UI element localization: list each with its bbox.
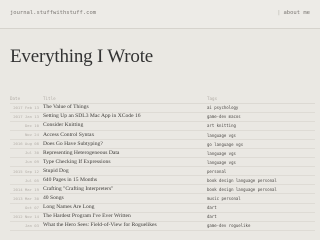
- post-date: 2017 Jan 13: [13, 114, 39, 120]
- post-date: 2013 Mar 30: [13, 195, 39, 201]
- post-tags[interactable]: go language vgs: [207, 142, 243, 147]
- post-title-link[interactable]: The Hardest Program I've Ever Written: [43, 213, 131, 219]
- page-title: Everything I Wrote: [10, 46, 154, 67]
- post-date: Dec 10: [24, 123, 39, 129]
- title-column-header: Title: [43, 96, 56, 101]
- post-date: 2012 Nov 14: [13, 213, 39, 219]
- post-list-header: Date Title Tags: [10, 95, 315, 104]
- post-row: Jan 03 What the Hero Sees: Field-of-View …: [10, 222, 315, 231]
- post-title-link[interactable]: 40 Songs: [43, 195, 64, 201]
- post-date: 2014 Mar 19: [13, 186, 39, 192]
- post-date: Jun 09: [24, 159, 39, 165]
- post-title-link[interactable]: Does Go Have Subtyping?: [43, 141, 103, 147]
- date-column-header: Date: [10, 96, 21, 101]
- post-title-link[interactable]: Consider Knitting: [43, 122, 83, 128]
- post-row: Oct 07 Long Names Are Long dart: [10, 204, 315, 213]
- post-title-link[interactable]: What the Hero Sees: Field-of-View for Ro…: [43, 222, 157, 228]
- post-tags[interactable]: language vgs: [207, 133, 236, 138]
- post-date: Jul 05: [24, 177, 39, 183]
- post-row: Jul 05 640 Pages in 15 Months book design …: [10, 176, 315, 186]
- post-title-link[interactable]: Long Names Are Long: [43, 204, 94, 210]
- post-title-link[interactable]: Representing Heterogeneous Data: [43, 150, 119, 156]
- post-tags[interactable]: language vgs: [207, 160, 236, 165]
- post-date: 2017 Feb 13: [13, 105, 39, 111]
- post-tags[interactable]: music personal: [207, 196, 241, 201]
- about-me-label: about me: [283, 10, 311, 16]
- post-tags[interactable]: game-dev roguelike: [207, 223, 250, 228]
- post-tags[interactable]: book design language personal: [207, 187, 277, 192]
- post-title-link[interactable]: Stupid Dog: [43, 168, 69, 174]
- post-row: 2017 Jan 13 Setting Up an SDL3 Mac App in…: [10, 113, 315, 123]
- post-date: Jan 03: [24, 222, 39, 228]
- site-name-link[interactable]: journal.stuffwithstuff.com: [10, 10, 96, 16]
- post-row: 2013 Mar 30 40 Songs music personal: [10, 194, 315, 204]
- post-tags[interactable]: book design language personal: [207, 178, 277, 183]
- post-row: Jun 09 Type Checking If Expressions langua…: [10, 158, 315, 168]
- post-title-link[interactable]: Type Checking If Expressions: [43, 159, 111, 165]
- post-title-link[interactable]: 640 Pages in 15 Months: [43, 177, 97, 183]
- about-me-link[interactable]: | about me: [277, 10, 310, 16]
- post-list: Date Title Tags 2017 Feb 13 The Value of …: [10, 95, 315, 231]
- post-title-link[interactable]: Crafting "Crafting Interpreters": [43, 186, 113, 192]
- post-tags[interactable]: dart: [207, 214, 217, 219]
- tags-column-header: Tags: [207, 96, 218, 101]
- post-tags[interactable]: ai psychology: [207, 105, 238, 110]
- post-row: Jul 30 Representing Heterogeneous Data lan…: [10, 149, 315, 159]
- post-row: Nov 24 Access Control Syntax language vgs: [10, 131, 315, 141]
- post-title-link[interactable]: Setting Up an SDL3 Mac App in XCode 16: [43, 113, 141, 119]
- post-tags[interactable]: game-dev macos: [207, 114, 241, 119]
- post-date: Oct 07: [24, 204, 39, 210]
- post-row: 2012 Nov 14 The Hardest Program I've Ever…: [10, 213, 315, 222]
- post-date: 2015 Sep 12: [13, 168, 39, 174]
- post-date: Nov 24: [24, 132, 39, 138]
- top-bar: journal.stuffwithstuff.com | about me: [0, 0, 320, 29]
- post-tags[interactable]: dart: [207, 205, 217, 210]
- post-row: 2015 Sep 12 Stupid Dog personal: [10, 167, 315, 177]
- post-row: Dec 10 Consider Knitting art knitting: [10, 122, 315, 132]
- post-row: 2014 Mar 19 Crafting "Crafting Interprete…: [10, 185, 315, 195]
- post-title-link[interactable]: The Value of Things: [43, 104, 89, 110]
- post-title-link[interactable]: Access Control Syntax: [43, 132, 94, 138]
- nav-separator: |: [277, 10, 281, 16]
- post-tags[interactable]: art knitting: [207, 123, 236, 128]
- post-row: 2017 Feb 13 The Value of Things ai psychol…: [10, 104, 315, 114]
- post-date: 2016 Aug 08: [13, 141, 39, 147]
- post-row: 2016 Aug 08 Does Go Have Subtyping? go lan…: [10, 140, 315, 150]
- post-tags[interactable]: language vgs: [207, 151, 236, 156]
- post-date: Jul 30: [24, 150, 39, 156]
- post-tags[interactable]: personal: [207, 169, 226, 174]
